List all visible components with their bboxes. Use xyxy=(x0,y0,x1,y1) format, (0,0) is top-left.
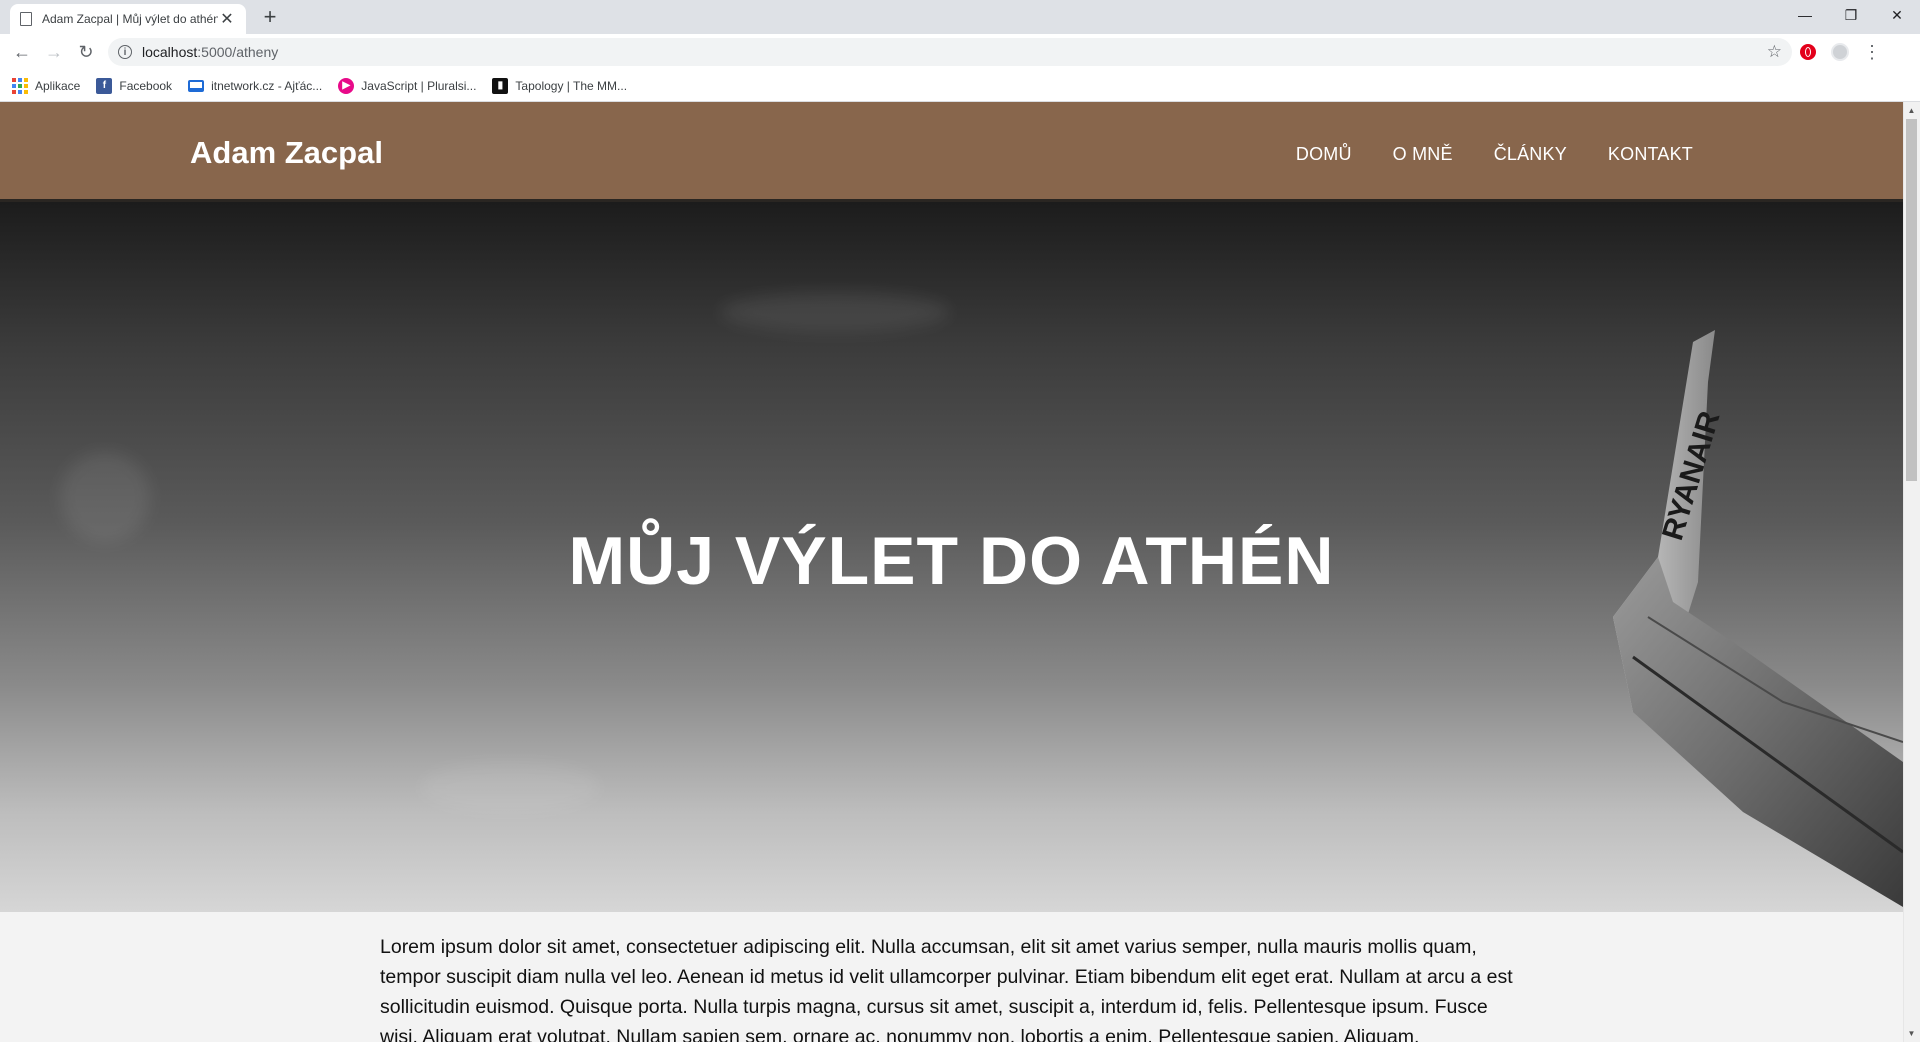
bookmark-pluralsight[interactable]: ▶ JavaScript | Pluralsi... xyxy=(338,77,477,94)
address-bar[interactable]: i localhost:5000/atheny ☆ xyxy=(108,38,1792,66)
site-logo[interactable]: Adam Zacpal xyxy=(190,135,383,171)
bookmark-itnetwork[interactable]: itnetwork.cz - Ajťác... xyxy=(188,79,322,93)
reload-icon[interactable]: ↻ xyxy=(70,36,102,68)
restore-icon[interactable]: ❐ xyxy=(1828,0,1874,30)
browser-tabstrip: Adam Zacpal | Můj výlet do athén ✕ + — ❐… xyxy=(0,0,1920,34)
nav-link-home[interactable]: DOMŮ xyxy=(1296,144,1352,165)
scroll-thumb[interactable] xyxy=(1906,119,1917,481)
window-controls: — ❐ ✕ xyxy=(1782,0,1920,30)
bookmark-star-icon[interactable]: ☆ xyxy=(1767,42,1782,62)
browser-menu-icon[interactable]: ⋮ xyxy=(1856,36,1888,68)
nav-link-articles[interactable]: ČLÁNKY xyxy=(1494,144,1567,165)
opera-extension-icon[interactable] xyxy=(1792,36,1824,68)
back-arrow-icon[interactable]: ← xyxy=(6,36,38,68)
apps-grid-icon xyxy=(12,77,28,94)
close-tab-icon[interactable]: ✕ xyxy=(218,9,236,29)
browser-tab[interactable]: Adam Zacpal | Můj výlet do athén ✕ xyxy=(10,4,246,34)
facebook-icon: f xyxy=(96,77,113,94)
bookmark-facebook[interactable]: f Facebook xyxy=(96,77,173,94)
bookmarks-bar: Aplikace f Facebook itnetwork.cz - Ajťác… xyxy=(0,70,1920,102)
profile-avatar-icon[interactable] xyxy=(1824,36,1856,68)
pluralsight-icon: ▶ xyxy=(338,77,355,94)
hero-title: MŮJ VÝLET DO ATHÉN xyxy=(568,523,1335,599)
scroll-up-arrow-icon[interactable]: ▲ xyxy=(1903,102,1920,119)
bookmark-label: JavaScript | Pluralsi... xyxy=(361,78,477,93)
page-viewport: Adam Zacpal DOMŮ O MNĚ ČLÁNKY KONTAKT RY… xyxy=(0,102,1920,1042)
url-host: localhost xyxy=(142,44,198,60)
page-scrollbar[interactable]: ▲ ▼ xyxy=(1903,102,1920,1042)
browser-toolbar: ← → ↻ i localhost:5000/atheny ☆ ⋮ xyxy=(0,34,1920,70)
bookmark-tapology[interactable]: ▮ Tapology | The MM... xyxy=(492,77,628,94)
page-icon xyxy=(20,12,32,26)
tapology-icon: ▮ xyxy=(492,77,509,94)
cloud-shape xyxy=(720,292,950,332)
tab-title: Adam Zacpal | Můj výlet do athén xyxy=(42,12,218,26)
nav-link-about[interactable]: O MNĚ xyxy=(1393,144,1453,165)
scroll-down-arrow-icon[interactable]: ▼ xyxy=(1903,1025,1920,1042)
site-nav: DOMŮ O MNĚ ČLÁNKY KONTAKT xyxy=(1296,144,1693,165)
close-window-icon[interactable]: ✕ xyxy=(1874,0,1920,30)
hero-banner: RYANAIR MŮJ VÝLET DO ATHÉN xyxy=(0,202,1903,912)
bookmark-label: Facebook xyxy=(119,78,173,93)
new-tab-icon[interactable]: + xyxy=(258,5,282,29)
bookmark-label: Tapology | The MM... xyxy=(515,78,628,93)
article-body: Lorem ipsum dolor sit amet, consectetuer… xyxy=(380,936,1513,1042)
bookmark-label: Aplikace xyxy=(35,78,81,93)
bookmark-label: itnetwork.cz - Ajťác... xyxy=(211,78,323,93)
site-header: Adam Zacpal DOMŮ O MNĚ ČLÁNKY KONTAKT xyxy=(0,102,1903,202)
nav-link-contact[interactable]: KONTAKT xyxy=(1608,144,1693,165)
forward-arrow-icon[interactable]: → xyxy=(38,36,70,68)
bookmark-apps[interactable]: Aplikace xyxy=(12,77,81,94)
cloud-shape xyxy=(420,762,600,812)
url-path: :5000/atheny xyxy=(197,44,279,60)
minimize-icon[interactable]: — xyxy=(1782,0,1828,30)
laptop-icon xyxy=(188,79,205,92)
site-info-icon[interactable]: i xyxy=(118,45,132,59)
